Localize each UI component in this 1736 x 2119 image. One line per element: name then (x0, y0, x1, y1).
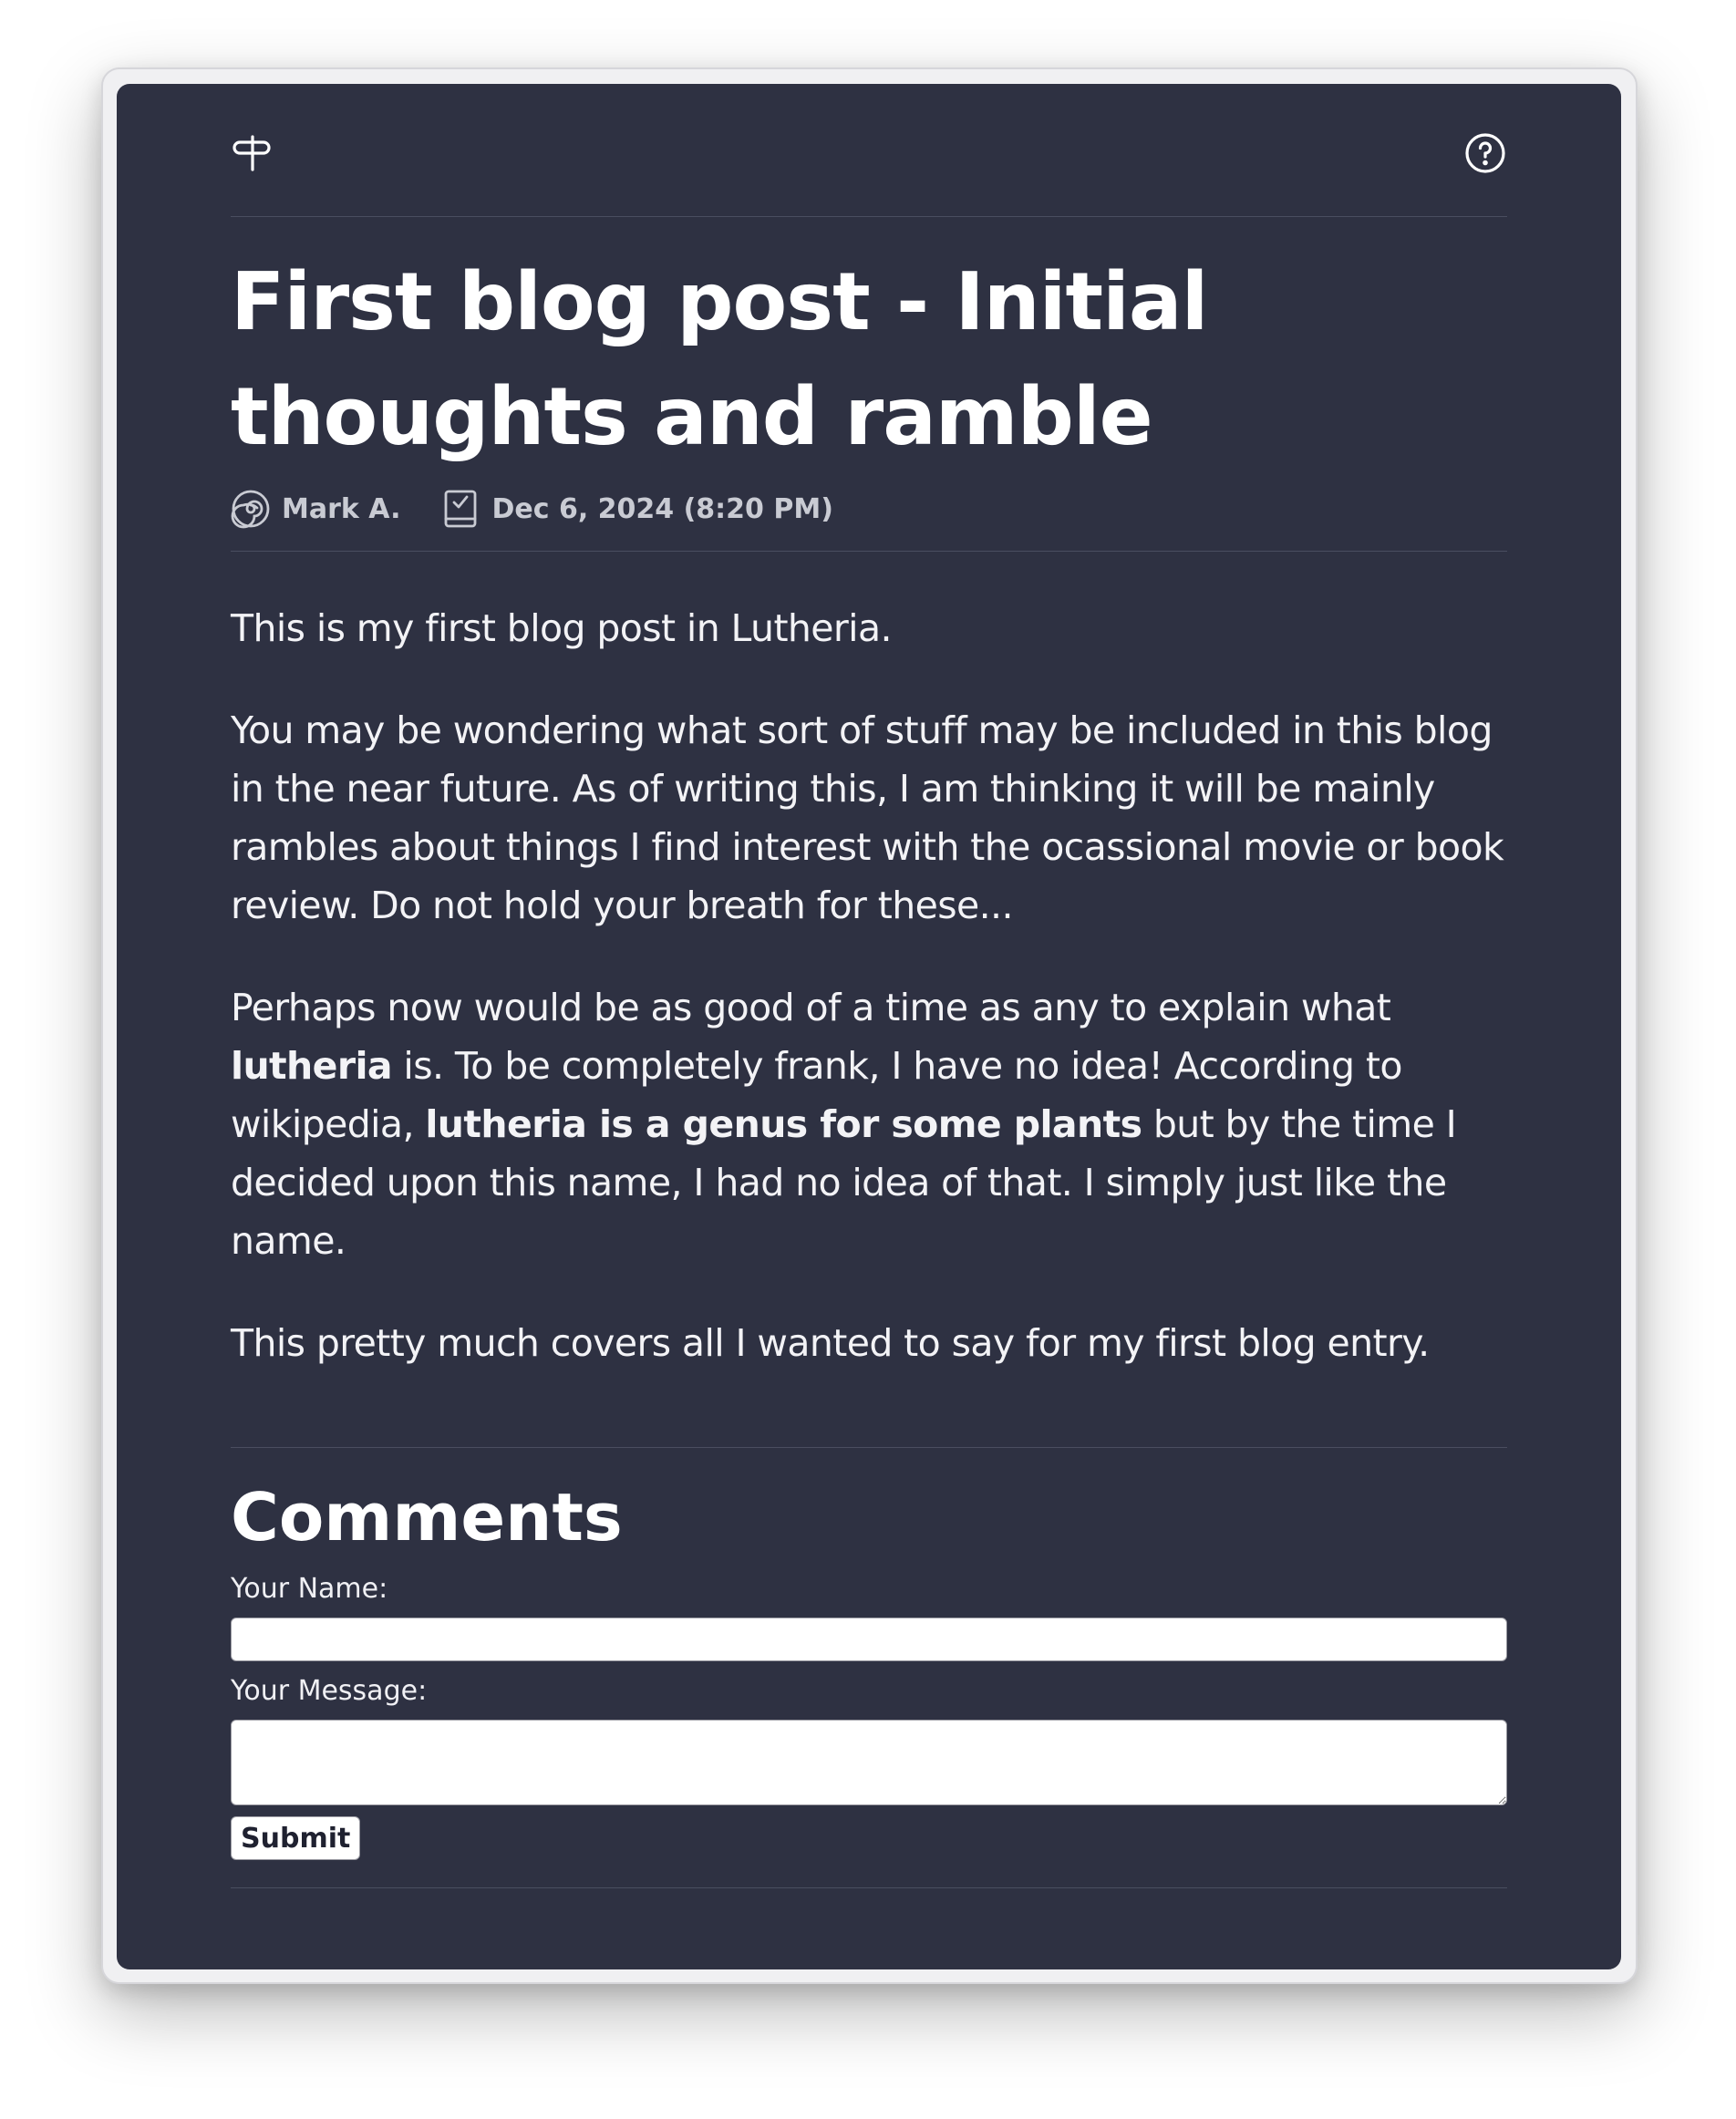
author-name: Mark A. (282, 492, 401, 525)
name-input[interactable] (231, 1618, 1507, 1661)
message-label: Your Message: (231, 1675, 428, 1707)
paragraph-3-bold-a: lutheria (231, 1044, 393, 1088)
help-circle-icon[interactable] (1463, 131, 1507, 175)
comments-divider (231, 1447, 1507, 1448)
blog-window: First blog post - Initial thoughts and r… (117, 84, 1621, 1969)
author-meta: Mark A. (231, 489, 400, 529)
paragraph-4: This pretty much covers all I wanted to … (231, 1321, 1430, 1365)
comments-title: Comments (231, 1479, 623, 1556)
paragraph-3-bold-b: lutheria is a genus for some plants (425, 1102, 1142, 1146)
message-textarea[interactable] (231, 1720, 1507, 1805)
submit-button[interactable]: Submit (231, 1816, 361, 1860)
bottom-divider (231, 1887, 1507, 1888)
paragraph-1: This is my first blog post in Lutheria. (231, 606, 893, 650)
name-label: Your Name: (231, 1573, 388, 1605)
top-bar (231, 84, 1507, 217)
date-meta: Dec 6, 2024 (8:20 PM) (440, 489, 833, 529)
clipboard-check-icon (445, 490, 477, 528)
paragraph-3: Perhaps now would be as good of a time a… (231, 978, 1507, 1270)
paragraph-2: You may be wondering what sort of stuff … (231, 708, 1504, 927)
paragraph-3-text-a: Perhaps now would be as good of a time a… (231, 986, 1391, 1029)
post-title: First blog post - Initial thoughts and r… (231, 255, 1208, 463)
post-date: Dec 6, 2024 (8:20 PM) (491, 492, 833, 525)
post-meta: Mark A. Dec 6, 2024 (8:20 PM) (231, 474, 1507, 552)
spiral-icon (231, 490, 270, 529)
page-content: First blog post - Initial thoughts and r… (231, 84, 1507, 1888)
post-body: This is my first blog post in Lutheria. … (231, 599, 1507, 1372)
comment-form: Your Name: Your Message: Submit (231, 1572, 1507, 1860)
signpost-icon[interactable] (231, 131, 274, 175)
